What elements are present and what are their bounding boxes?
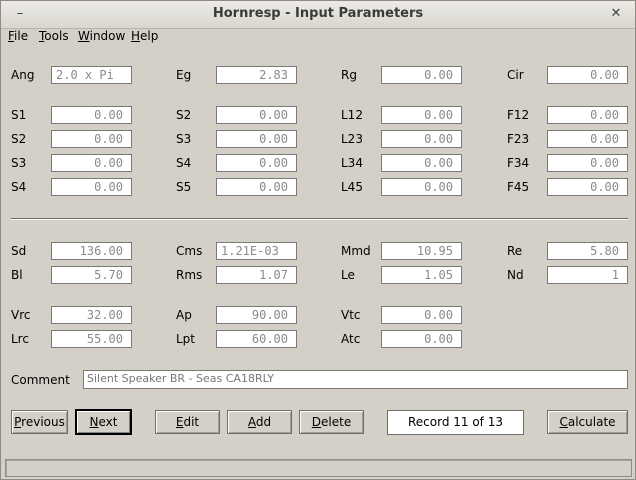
field-s3[interactable]: 0.00	[51, 154, 132, 172]
label-lrc: Lrc	[11, 332, 29, 346]
label-s3-col2: S3	[176, 132, 192, 146]
label-cms: Cms	[176, 244, 203, 258]
field-f45[interactable]: 0.00	[547, 178, 628, 196]
label-s1: S1	[11, 108, 27, 122]
label-s4: S4	[11, 180, 27, 194]
status-bar	[5, 459, 632, 477]
section-divider	[11, 218, 628, 220]
label-sd: Sd	[11, 244, 27, 258]
field-vrc[interactable]: 32.00	[51, 306, 132, 324]
field-atc[interactable]: 0.00	[381, 330, 462, 348]
label-l34: L34	[341, 156, 363, 170]
field-vtc[interactable]: 0.00	[381, 306, 462, 324]
field-f12[interactable]: 0.00	[547, 106, 628, 124]
field-l45[interactable]: 0.00	[381, 178, 462, 196]
label-re: Re	[507, 244, 523, 258]
field-f34[interactable]: 0.00	[547, 154, 628, 172]
field-lpt[interactable]: 60.00	[216, 330, 297, 348]
label-f45: F45	[507, 180, 530, 194]
label-ang: Ang	[11, 68, 35, 82]
menu-help[interactable]: Help	[131, 29, 158, 43]
label-l23: L23	[341, 132, 363, 146]
label-lpt: Lpt	[176, 332, 196, 346]
window-title: Hornresp - Input Parameters	[212, 6, 424, 21]
field-le[interactable]: 1.05	[381, 266, 462, 284]
delete-button[interactable]: Delete	[299, 410, 364, 434]
field-lrc[interactable]: 55.00	[51, 330, 132, 348]
field-bl[interactable]: 5.70	[51, 266, 132, 284]
field-s2[interactable]: 0.00	[51, 130, 132, 148]
field-cir[interactable]: 0.00	[547, 66, 628, 84]
label-s2-col2: S2	[176, 108, 192, 122]
field-s2-col2[interactable]: 0.00	[216, 106, 297, 124]
label-cir: Cir	[507, 68, 524, 82]
field-nd[interactable]: 1	[547, 266, 628, 284]
label-mmd: Mmd	[341, 244, 371, 258]
label-l12: L12	[341, 108, 363, 122]
comment-field[interactable]: Silent Speaker BR - Seas CA18RLY	[83, 370, 628, 389]
calculate-button[interactable]: Calculate	[547, 410, 628, 434]
edit-button[interactable]: Edit	[155, 410, 220, 434]
field-l12[interactable]: 0.00	[381, 106, 462, 124]
field-l23[interactable]: 0.00	[381, 130, 462, 148]
minimize-icon[interactable]: –	[11, 5, 29, 23]
menu-file[interactable]: File	[8, 29, 28, 43]
field-cms[interactable]: 1.21E-03	[216, 242, 297, 260]
field-s5-col2[interactable]: 0.00	[216, 178, 297, 196]
title-bar[interactable]: Hornresp - Input Parameters – ✕	[1, 1, 635, 29]
field-eg[interactable]: 2.83	[216, 66, 297, 84]
label-s2: S2	[11, 132, 27, 146]
previous-button[interactable]: Previous	[11, 410, 68, 434]
label-bl: Bl	[11, 268, 23, 282]
label-rms: Rms	[176, 268, 203, 282]
label-f12: F12	[507, 108, 530, 122]
label-ap: Ap	[176, 308, 192, 322]
menu-window[interactable]: Window	[78, 29, 125, 43]
record-indicator: Record 11 of 13	[387, 410, 524, 435]
field-re[interactable]: 5.80	[547, 242, 628, 260]
field-f23[interactable]: 0.00	[547, 130, 628, 148]
label-l45: L45	[341, 180, 363, 194]
menu-tools[interactable]: Tools	[39, 29, 69, 43]
label-vtc: Vtc	[341, 308, 361, 322]
field-l34[interactable]: 0.00	[381, 154, 462, 172]
field-ang[interactable]: 2.0 x Pi	[51, 66, 132, 84]
label-comment: Comment	[11, 373, 70, 387]
add-button[interactable]: Add	[227, 410, 292, 434]
label-rg: Rg	[341, 68, 357, 82]
field-s4-col2[interactable]: 0.00	[216, 154, 297, 172]
label-f34: F34	[507, 156, 530, 170]
menu-bar: File Tools Window Help	[1, 29, 635, 47]
field-rms[interactable]: 1.07	[216, 266, 297, 284]
field-rg[interactable]: 0.00	[381, 66, 462, 84]
field-mmd[interactable]: 10.95	[381, 242, 462, 260]
label-vrc: Vrc	[11, 308, 31, 322]
label-eg: Eg	[176, 68, 192, 82]
label-nd: Nd	[507, 268, 524, 282]
main-window: Hornresp - Input Parameters – ✕ File Too…	[0, 0, 636, 480]
label-atc: Atc	[341, 332, 361, 346]
field-s1[interactable]: 0.00	[51, 106, 132, 124]
field-s4[interactable]: 0.00	[51, 178, 132, 196]
label-s3: S3	[11, 156, 27, 170]
label-f23: F23	[507, 132, 530, 146]
label-le: Le	[341, 268, 355, 282]
label-s4-col2: S4	[176, 156, 192, 170]
close-icon[interactable]: ✕	[607, 5, 625, 23]
field-sd[interactable]: 136.00	[51, 242, 132, 260]
next-button[interactable]: Next	[76, 410, 131, 434]
field-ap[interactable]: 90.00	[216, 306, 297, 324]
field-s3-col2[interactable]: 0.00	[216, 130, 297, 148]
label-s5-col2: S5	[176, 180, 192, 194]
